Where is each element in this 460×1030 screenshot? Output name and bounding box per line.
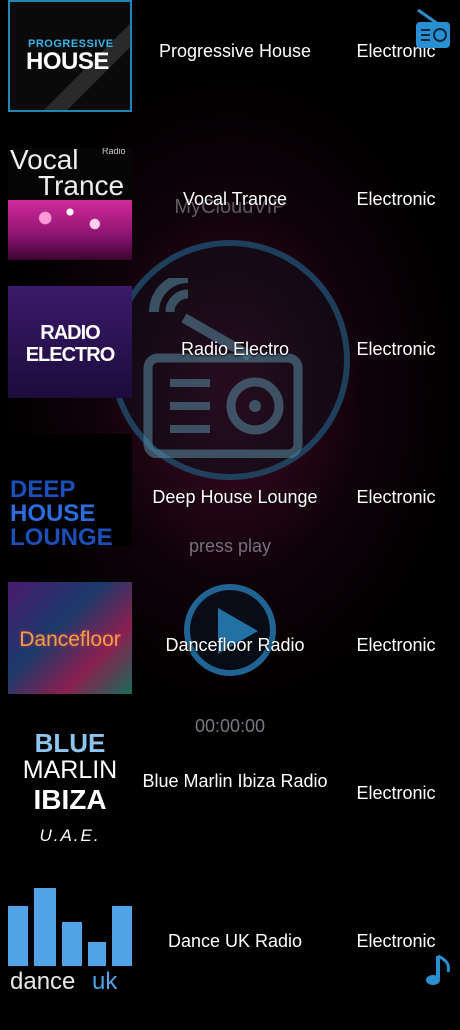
station-genre: Electronic: [356, 635, 436, 655]
music-note-icon[interactable]: [424, 952, 454, 990]
station-genre: Electronic: [356, 487, 436, 507]
station-logo: BLUE MARLIN IBIZA U.A.E.: [8, 728, 132, 854]
station-name: Dance UK Radio: [167, 931, 303, 951]
station-row[interactable]: BLUE MARLIN IBIZA U.A.E. Blue Marlin Ibi…: [0, 728, 460, 876]
station-genre: Electronic: [356, 931, 436, 951]
station-logo: DEEP HOUSE LOUNGE: [8, 434, 132, 546]
station-name: Dancefloor Radio: [165, 635, 305, 655]
station-row[interactable]: PROGRESSIVE HOUSE Progressive House Elec…: [0, 0, 460, 148]
station-genre: Electronic: [356, 783, 436, 803]
station-name: Radio Electro: [180, 339, 290, 359]
station-row[interactable]: dance uk Dance UK Radio Electronic: [0, 882, 460, 1030]
station-logo: PROGRESSIVE HOUSE: [8, 0, 132, 112]
station-logo: dance uk: [8, 882, 132, 996]
radio-icon[interactable]: [414, 6, 452, 52]
station-row[interactable]: Dancefloor Dancefloor Radio Electronic: [0, 582, 460, 730]
station-row[interactable]: RADIO ELECTRO Radio Electro Electronic: [0, 286, 460, 434]
station-row[interactable]: DEEP HOUSE LOUNGE Deep House Lounge Elec…: [0, 434, 460, 582]
station-logo: Vocal Trance Radio: [8, 148, 132, 260]
station-row[interactable]: Vocal Trance Radio Vocal Trance Electron…: [0, 148, 460, 296]
station-name: Blue Marlin Ibiza Radio: [142, 771, 328, 791]
station-genre: Electronic: [356, 189, 436, 209]
station-genre: Electronic: [356, 339, 436, 359]
station-logo: RADIO ELECTRO: [8, 286, 132, 398]
station-name: Deep House Lounge: [152, 487, 318, 507]
station-logo: Dancefloor: [8, 582, 132, 694]
station-name: Vocal Trance: [182, 189, 288, 209]
station-name: Progressive House: [158, 41, 312, 61]
